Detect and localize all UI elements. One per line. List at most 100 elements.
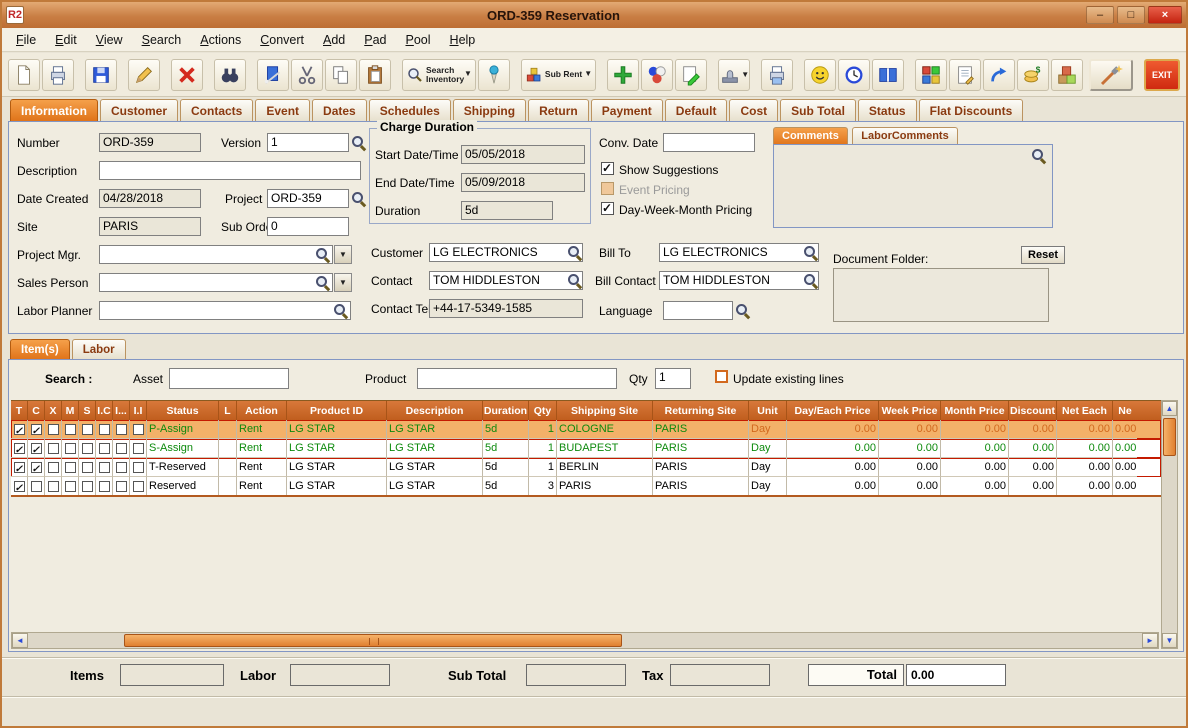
- qty-input[interactable]: 1: [655, 368, 691, 389]
- row-checkbox[interactable]: [47, 480, 59, 492]
- row-checkbox[interactable]: [98, 423, 110, 435]
- smiley-button[interactable]: [804, 58, 837, 91]
- tab-items[interactable]: Item(s): [10, 339, 70, 359]
- scroll-up-icon[interactable]: ▲: [1162, 401, 1177, 416]
- minimize-button[interactable]: –: [1086, 6, 1114, 24]
- row-checkbox[interactable]: [115, 442, 127, 454]
- row-checkbox[interactable]: [81, 461, 93, 473]
- row-checkbox[interactable]: [81, 423, 93, 435]
- menu-add[interactable]: Add: [323, 33, 345, 47]
- header-shipping-site[interactable]: Shipping Site: [557, 401, 653, 420]
- row-checkbox[interactable]: [115, 423, 127, 435]
- horizontal-scroll-thumb[interactable]: [124, 634, 622, 647]
- tab-cost[interactable]: Cost: [729, 99, 779, 121]
- menu-pool[interactable]: Pool: [406, 33, 431, 47]
- stamp-button[interactable]: ▼: [718, 58, 751, 91]
- row-checkbox[interactable]: [13, 442, 25, 457]
- row-checkbox[interactable]: [132, 423, 144, 435]
- paste-button[interactable]: [359, 58, 391, 91]
- document-folder-box[interactable]: [833, 268, 1049, 322]
- header-id[interactable]: I...: [113, 401, 130, 420]
- tab-return[interactable]: Return: [528, 99, 589, 121]
- scroll-left-icon[interactable]: ◄: [12, 633, 28, 648]
- menu-file[interactable]: File: [16, 33, 36, 47]
- tab-schedules[interactable]: Schedules: [368, 99, 451, 121]
- clock-button[interactable]: [838, 58, 871, 91]
- header-ne[interactable]: Ne: [1113, 401, 1137, 420]
- header-status[interactable]: Status: [147, 401, 219, 420]
- site-field[interactable]: PARIS: [99, 217, 201, 236]
- scroll-right-icon[interactable]: ►: [1142, 633, 1158, 648]
- asset-input[interactable]: [169, 368, 289, 389]
- duration-field[interactable]: 5d: [461, 201, 553, 220]
- book-button[interactable]: [872, 58, 905, 91]
- tab-shipping[interactable]: Shipping: [452, 99, 527, 121]
- menu-view[interactable]: View: [96, 33, 123, 47]
- version-search-icon[interactable]: [351, 135, 366, 150]
- project-mgr-dropdown[interactable]: ▼: [334, 245, 352, 264]
- product-input[interactable]: [417, 368, 617, 389]
- table-row[interactable]: S-Assign Rent LG STAR LG STAR 5d 1 BUDAP…: [11, 439, 1161, 458]
- bill-contact-field[interactable]: TOM HIDDLESTON: [659, 271, 819, 290]
- wand-button[interactable]: [1089, 58, 1133, 91]
- row-checkbox[interactable]: [47, 442, 59, 454]
- tab-labor-comments[interactable]: LaborComments: [852, 126, 958, 145]
- project-search-icon[interactable]: [351, 191, 366, 206]
- bill-to-search-icon[interactable]: [803, 245, 818, 260]
- header-unit[interactable]: Unit: [749, 401, 787, 420]
- sales-person-field[interactable]: [99, 273, 333, 292]
- row-checkbox[interactable]: [13, 480, 25, 495]
- row-checkbox[interactable]: [115, 461, 127, 473]
- vertical-scroll-thumb[interactable]: [1163, 418, 1176, 456]
- money-button[interactable]: $: [1017, 58, 1050, 91]
- find-button[interactable]: [214, 58, 246, 91]
- header-m[interactable]: M: [62, 401, 79, 420]
- header-t[interactable]: T: [11, 401, 28, 420]
- row-checkbox[interactable]: [81, 442, 93, 454]
- menu-convert[interactable]: Convert: [260, 33, 304, 47]
- edit-button[interactable]: [128, 58, 160, 91]
- vertical-scrollbar[interactable]: ▲ ▼: [1161, 400, 1178, 649]
- sales-person-dropdown[interactable]: ▼: [334, 273, 352, 292]
- header-returning-site[interactable]: Returning Site: [653, 401, 749, 420]
- row-checkbox[interactable]: [64, 461, 76, 473]
- tab-status[interactable]: Status: [857, 99, 917, 121]
- start-date-field[interactable]: 05/05/2018: [461, 145, 585, 164]
- cut-button[interactable]: [291, 58, 323, 91]
- new-document-button[interactable]: [8, 58, 40, 91]
- header-l[interactable]: L: [219, 401, 237, 420]
- table-row[interactable]: P-Assign Rent LG STAR LG STAR 5d 1 COLOG…: [11, 420, 1161, 439]
- tab-event[interactable]: Event: [255, 99, 311, 121]
- tab-default[interactable]: Default: [664, 99, 728, 121]
- language-search-icon[interactable]: [735, 303, 750, 318]
- print-button[interactable]: [42, 58, 74, 91]
- add-button[interactable]: [607, 58, 640, 91]
- header-description[interactable]: Description: [387, 401, 483, 420]
- table-row[interactable]: T-Reserved Rent LG STAR LG STAR 5d 1 BER…: [11, 458, 1161, 477]
- reset-button[interactable]: Reset: [1021, 246, 1065, 264]
- tab-comments[interactable]: Comments: [773, 126, 848, 145]
- language-field[interactable]: [663, 301, 733, 320]
- row-checkbox[interactable]: [98, 461, 110, 473]
- header-c[interactable]: C: [28, 401, 45, 420]
- maximize-button[interactable]: □: [1117, 6, 1145, 24]
- header-duration[interactable]: Duration: [483, 401, 529, 420]
- row-checkbox[interactable]: [47, 461, 59, 473]
- project-mgr-field[interactable]: [99, 245, 333, 264]
- tab-contacts[interactable]: Contacts: [180, 99, 254, 121]
- conv-date-field[interactable]: [663, 133, 755, 152]
- row-checkbox[interactable]: [64, 442, 76, 454]
- header-product-id[interactable]: Product ID: [287, 401, 387, 420]
- contact-tel-field[interactable]: +44-17-5349-1585: [429, 299, 583, 318]
- edit-note-button[interactable]: [675, 58, 708, 91]
- labor-planner-search-icon[interactable]: [333, 303, 348, 318]
- cubes-button[interactable]: [915, 58, 948, 91]
- sub-rent-button[interactable]: Sub Rent ▼: [520, 58, 597, 91]
- row-checkbox[interactable]: [132, 480, 144, 492]
- dwm-pricing-checkbox[interactable]: [601, 201, 614, 215]
- show-suggestions-checkbox[interactable]: [601, 161, 614, 175]
- row-checkbox[interactable]: [13, 423, 25, 438]
- header-qty[interactable]: Qty: [529, 401, 557, 420]
- close-button[interactable]: ×: [1148, 6, 1182, 24]
- tab-flat-discounts[interactable]: Flat Discounts: [918, 99, 1024, 121]
